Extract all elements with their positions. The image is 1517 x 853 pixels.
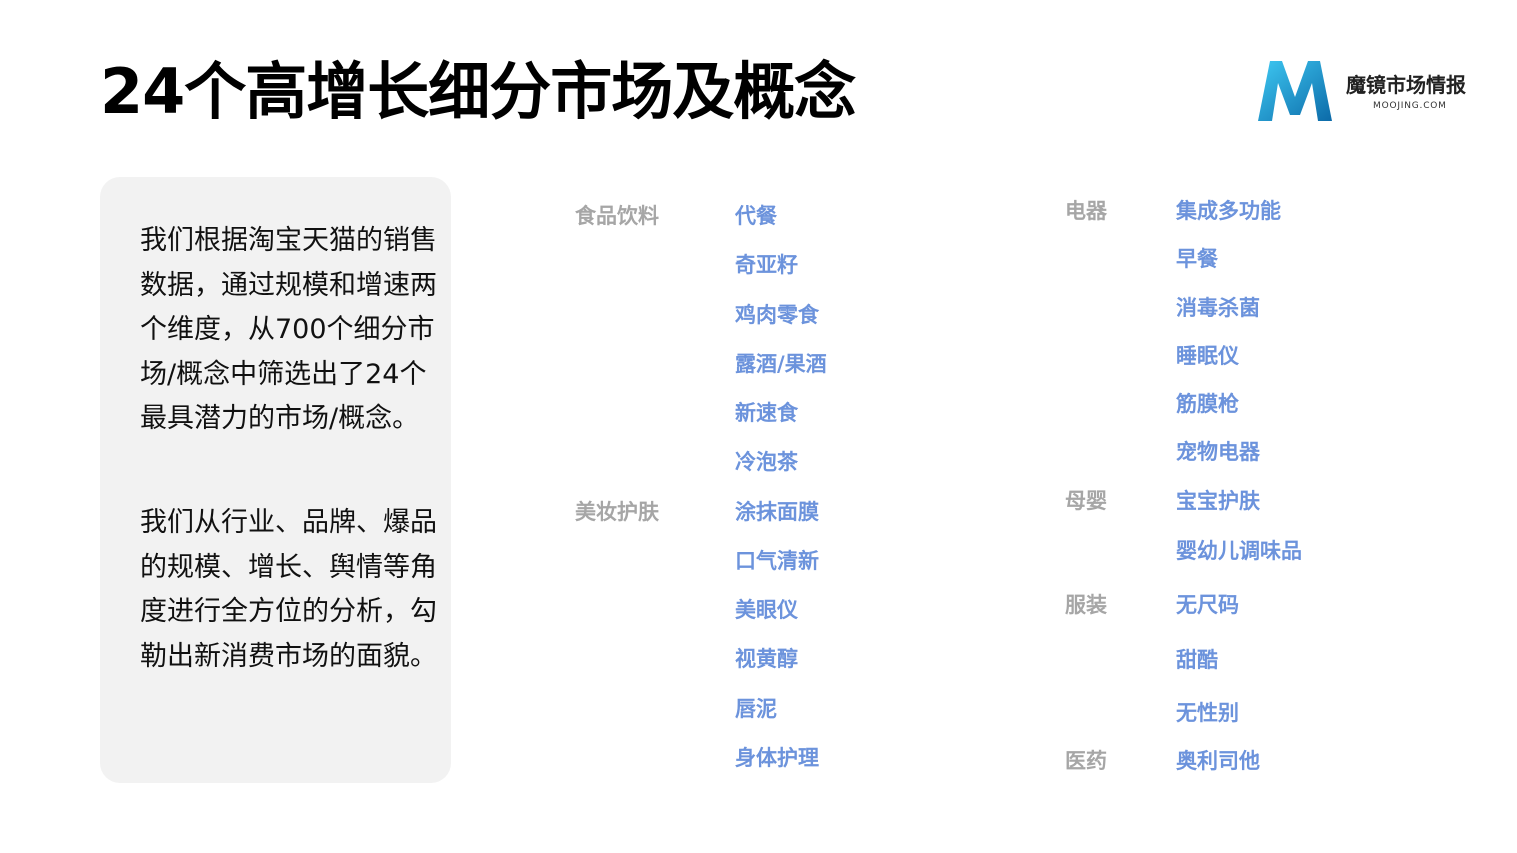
list-item: 睡眠仪 <box>1176 344 1239 368</box>
category-beauty: 美妆护肤 <box>575 500 659 524</box>
list-item: 冷泡茶 <box>735 450 798 474</box>
list-item: 唇泥 <box>735 697 777 721</box>
category-baby: 母婴 <box>1065 489 1107 513</box>
intro-paragraph-1: 我们根据淘宝天猫的销售数据，通过规模和增速两个维度，从700个细分市场/概念中筛… <box>140 225 437 434</box>
page-title: 24个高增长细分市场及概念 <box>100 55 856 128</box>
list-item: 口气清新 <box>735 549 819 573</box>
brand-name: 魔镜市场情报 <box>1346 73 1466 97</box>
list-item: 涂抹面膜 <box>735 500 819 524</box>
list-item: 宝宝护肤 <box>1176 489 1260 513</box>
brand-logo: 魔镜市场情报 MOOJING.COM <box>1254 57 1484 127</box>
list-item: 美眼仪 <box>735 598 798 622</box>
list-item: 身体护理 <box>735 746 819 770</box>
list-item: 露酒/果酒 <box>735 352 827 376</box>
list-item: 早餐 <box>1176 247 1218 271</box>
list-item: 宠物电器 <box>1176 440 1260 464</box>
list-item: 视黄醇 <box>735 647 798 671</box>
list-item: 无尺码 <box>1176 593 1239 617</box>
list-item: 新速食 <box>735 401 798 425</box>
list-item: 集成多功能 <box>1176 199 1281 223</box>
list-item: 筋膜枪 <box>1176 392 1239 416</box>
list-item: 婴幼儿调味品 <box>1176 539 1302 563</box>
intro-card: 我们根据淘宝天猫的销售数据，通过规模和增速两个维度，从700个细分市场/概念中筛… <box>100 177 451 783</box>
category-medicine: 医药 <box>1065 749 1107 773</box>
moojing-logo-icon <box>1258 61 1332 121</box>
list-item: 消毒杀菌 <box>1176 296 1260 320</box>
intro-paragraph-2: 我们从行业、品牌、爆品的规模、增长、舆情等角度进行全方位的分析，勾勒出新消费市场… <box>140 507 437 672</box>
list-item: 鸡肉零食 <box>735 303 819 327</box>
category-appliance: 电器 <box>1065 199 1107 223</box>
list-item: 代餐 <box>735 204 777 228</box>
list-item: 奥利司他 <box>1176 749 1260 773</box>
category-apparel: 服装 <box>1065 593 1107 617</box>
list-item: 无性别 <box>1176 701 1239 725</box>
list-item: 奇亚籽 <box>735 253 798 277</box>
brand-domain: MOOJING.COM <box>1373 101 1447 111</box>
category-food: 食品饮料 <box>575 204 659 228</box>
list-item: 甜酷 <box>1176 648 1218 672</box>
